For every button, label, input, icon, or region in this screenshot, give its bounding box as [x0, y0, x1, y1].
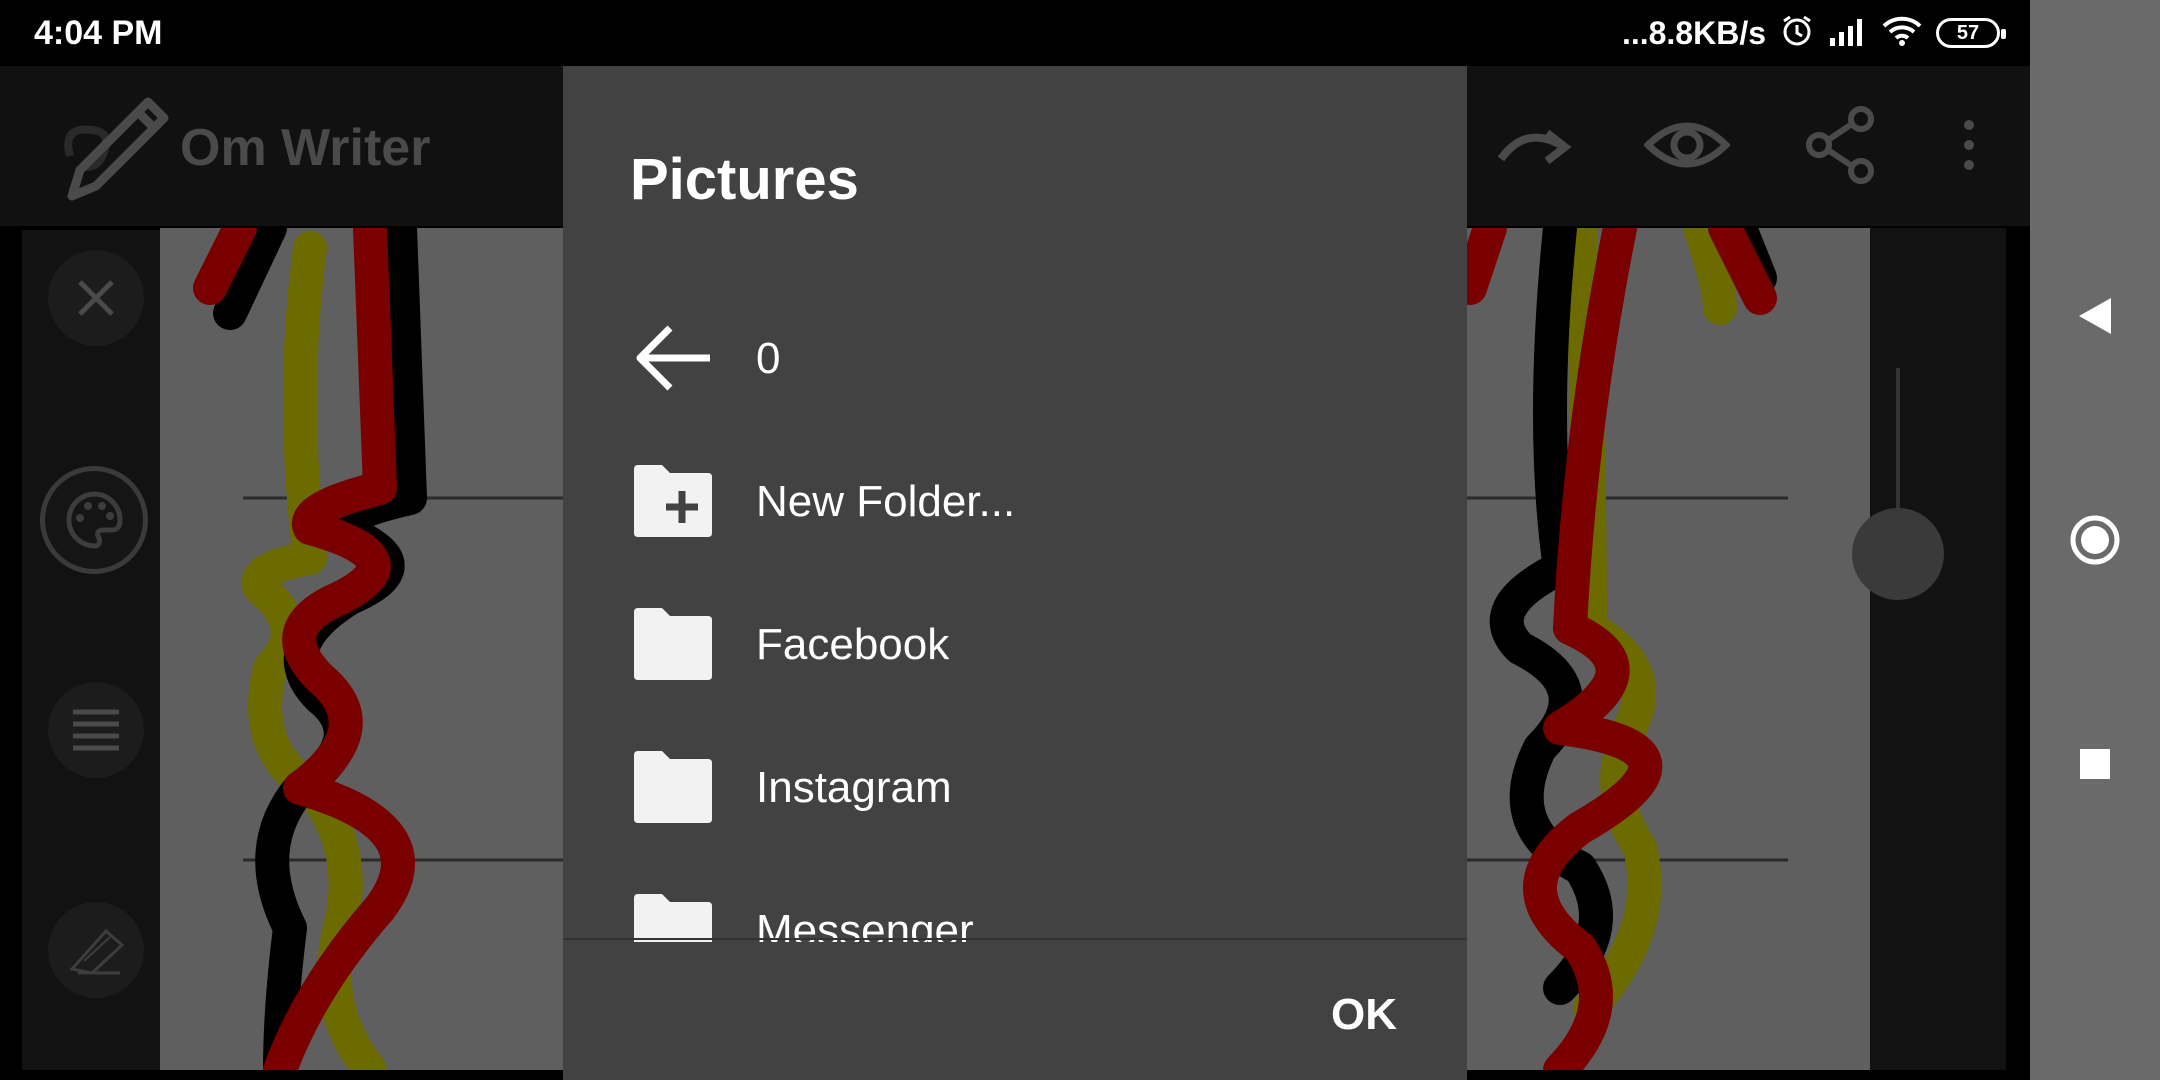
recents-square-icon[interactable]	[2055, 724, 2135, 804]
list-item-label: Instagram	[756, 763, 952, 812]
signal-icon	[1828, 16, 1868, 51]
dialog-divider	[563, 938, 1467, 940]
back-triangle-icon[interactable]	[2055, 276, 2135, 356]
size-slider-knob[interactable]	[1852, 508, 1944, 600]
list-item-folder[interactable]: Instagram	[563, 715, 1467, 858]
network-speed: ...8.8KB/s	[1621, 14, 1766, 51]
home-circle-icon[interactable]	[2055, 500, 2135, 580]
palette-icon[interactable]	[40, 466, 148, 574]
list-item-label: New Folder...	[756, 477, 1016, 526]
eraser-icon[interactable]	[48, 902, 144, 998]
list-item-new-folder[interactable]: New Folder...	[563, 429, 1467, 572]
list-item-folder[interactable]: Messenger	[563, 858, 1467, 942]
wifi-icon	[1882, 15, 1922, 52]
new-folder-icon	[630, 461, 716, 541]
dialog-title: Pictures	[630, 147, 859, 212]
size-slider-rail	[1870, 228, 2006, 1070]
status-time: 4:04 PM	[34, 14, 163, 52]
status-bar: 4:04 PM ...8.8KB/s 57	[0, 0, 2030, 66]
list-item-label: Facebook	[756, 620, 950, 669]
close-icon[interactable]	[48, 250, 144, 346]
list-item-label: Messenger	[756, 906, 974, 942]
alarm-icon	[1780, 14, 1814, 53]
back-arrow-icon	[630, 318, 716, 398]
folder-icon	[630, 890, 716, 942]
folder-list[interactable]: 0 New Folder... Facebook Instagram Messe	[563, 286, 1467, 942]
list-item-parent[interactable]: 0	[563, 286, 1467, 429]
share-icon[interactable]	[1796, 100, 1886, 190]
preview-eye-icon[interactable]	[1642, 100, 1732, 190]
list-item-label: 0	[756, 334, 781, 383]
system-nav-bar	[2030, 0, 2160, 1080]
menu-lines-icon[interactable]	[48, 682, 144, 778]
tool-rail	[22, 230, 160, 1070]
status-icons: ...8.8KB/s 57	[1621, 12, 2006, 54]
folder-picker-dialog: Pictures 0 New Folder... Facebook Instag…	[563, 66, 1467, 1080]
app-title: Om Writer	[180, 119, 431, 177]
folder-icon	[630, 747, 716, 827]
app-logo-icon	[52, 86, 172, 206]
redo-icon[interactable]	[1490, 100, 1580, 190]
more-vert-icon[interactable]	[1924, 100, 2014, 190]
folder-icon	[630, 604, 716, 684]
battery-icon: 57	[1936, 18, 2006, 48]
ok-button[interactable]: OK	[1325, 980, 1403, 1050]
list-item-folder[interactable]: Facebook	[563, 572, 1467, 715]
